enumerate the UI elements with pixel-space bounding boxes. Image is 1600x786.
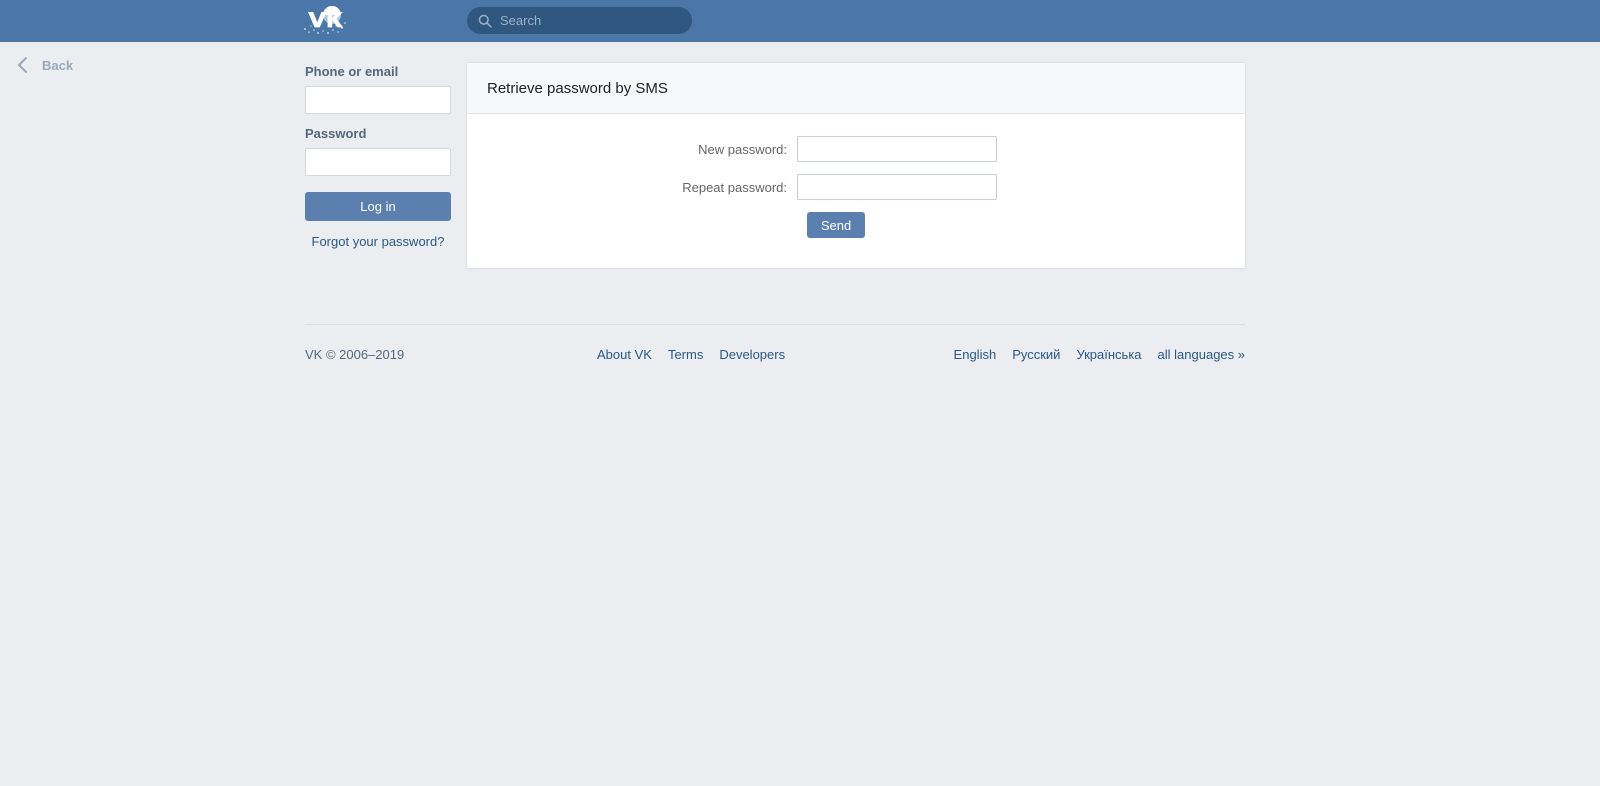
language-link-ukrainian[interactable]: Українська	[1076, 347, 1141, 362]
repeat-password-input[interactable]	[797, 174, 997, 200]
repeat-password-row: Repeat password:	[467, 174, 1245, 200]
repeat-password-label: Repeat password:	[682, 179, 787, 195]
language-link-russian[interactable]: Русский	[1012, 347, 1060, 362]
panel-body: New password: Repeat password: Send	[467, 114, 1245, 268]
log-in-button[interactable]: Log in	[305, 192, 451, 221]
search-box[interactable]	[467, 7, 692, 34]
send-button[interactable]: Send	[807, 212, 865, 238]
footer-divider	[305, 324, 1245, 325]
login-form: Phone or email Password Log in Forgot yo…	[305, 64, 451, 249]
forgot-password-link[interactable]: Forgot your password?	[305, 234, 451, 249]
language-link-english[interactable]: English	[954, 347, 997, 362]
password-label: Password	[305, 126, 367, 141]
footer-links: About VK Terms Developers	[597, 347, 785, 362]
new-password-row: New password:	[467, 136, 1245, 162]
search-input[interactable]	[500, 10, 670, 31]
footer: VK © 2006–2019 About VK Terms Developers…	[305, 347, 1245, 365]
panel-header: Retrieve password by SMS	[467, 63, 1245, 114]
top-header-bar	[0, 0, 1600, 42]
submit-spacer	[467, 212, 807, 238]
new-password-input[interactable]	[797, 136, 997, 162]
copyright-text: VK © 2006–2019	[305, 347, 405, 362]
back-link[interactable]: Back	[16, 55, 73, 75]
back-label: Back	[42, 57, 74, 73]
password-input[interactable]	[305, 148, 451, 176]
search-icon	[478, 14, 492, 28]
submit-row: Send	[467, 212, 1245, 238]
footer-link-terms[interactable]: Terms	[668, 347, 703, 362]
new-password-label: New password:	[698, 141, 787, 157]
footer-link-developers[interactable]: Developers	[719, 347, 785, 362]
phone-or-email-input[interactable]	[305, 86, 451, 114]
footer-language-links: English Русский Українська all languages…	[954, 347, 1245, 362]
page-title: Retrieve password by SMS	[487, 79, 668, 97]
vk-logo-winter-icon[interactable]	[302, 3, 348, 39]
chevron-left-icon	[16, 55, 30, 75]
footer-link-about-vk[interactable]: About VK	[597, 347, 652, 362]
language-link-all-languages[interactable]: all languages »	[1158, 347, 1245, 362]
phone-or-email-label: Phone or email	[305, 64, 399, 79]
retrieve-password-panel: Retrieve password by SMS New password: R…	[466, 62, 1246, 269]
